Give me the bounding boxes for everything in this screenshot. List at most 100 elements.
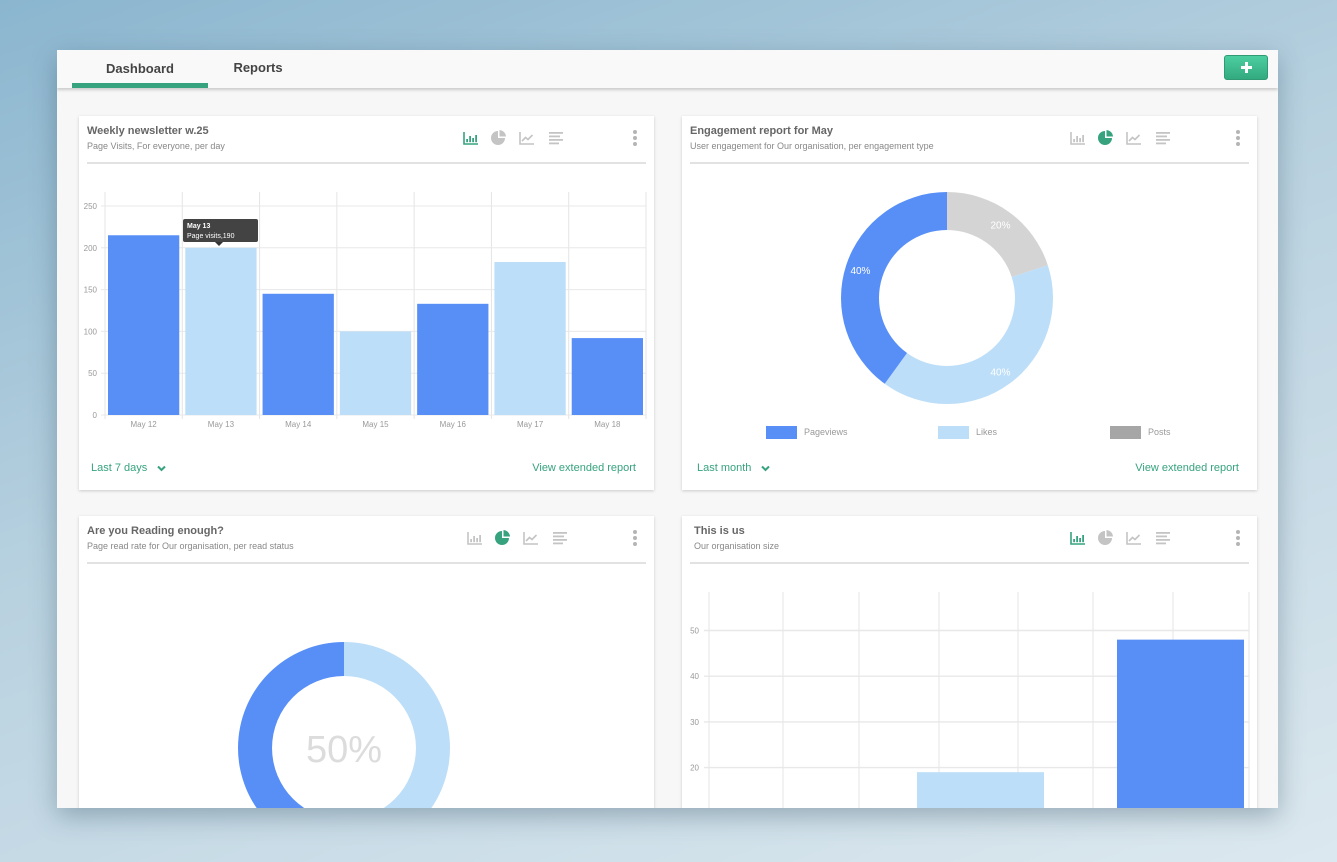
y-tick-label: 40 [690, 672, 699, 681]
bar-chart-icon [1070, 132, 1085, 145]
card-title: Engagement report for May [690, 125, 834, 137]
pie-chart-icon [1098, 130, 1113, 145]
list-chart-view-button[interactable] [545, 129, 565, 147]
y-tick-label: 20 [690, 764, 699, 773]
pie-chart-view-button[interactable] [489, 129, 509, 147]
chevron-down-icon [157, 465, 167, 472]
y-tick-label: 50 [690, 627, 699, 636]
legend-swatch [766, 426, 797, 439]
bar-chart-view-button[interactable] [1068, 529, 1088, 547]
donut-slice [344, 642, 450, 808]
line-chart-icon [519, 132, 534, 145]
tooltip-text: Page visits,190 [187, 233, 235, 240]
bar-chart-view-button[interactable] [465, 529, 485, 547]
card-title: Are you Reading enough? [87, 525, 224, 537]
chevron-down-icon [761, 465, 771, 472]
period-label: Last month [697, 462, 752, 474]
pie-chart-icon [495, 530, 510, 545]
card-subtitle: Our organisation size [694, 541, 780, 551]
chart-legend: Pageviews Likes Posts [682, 426, 1257, 442]
center-percent-label: 50% [306, 729, 382, 771]
list-chart-view-button[interactable] [1152, 129, 1172, 147]
bar [108, 235, 180, 415]
list-chart-icon [1156, 132, 1170, 145]
card-subtitle: User engagement for Our organisation, pe… [690, 141, 934, 151]
line-chart-view-button[interactable] [517, 129, 537, 147]
line-chart-view-button[interactable] [1124, 529, 1144, 547]
card-weekly-newsletter: Weekly newsletter w.25 Page Visits, For … [79, 116, 654, 490]
x-tick-label: May 12 [131, 420, 158, 429]
tab-reports[interactable]: Reports [219, 50, 297, 88]
more-vertical-icon[interactable] [1234, 530, 1242, 546]
bar [185, 247, 257, 415]
pie-chart-icon [1098, 530, 1113, 545]
legend-swatch [938, 426, 969, 439]
legend-label: Likes [976, 427, 998, 437]
reading-donut-chart: 50% [238, 642, 450, 808]
pie-chart-view-button[interactable] [1096, 529, 1116, 547]
line-chart-icon [1126, 532, 1141, 545]
card-subtitle: Page Visits, For everyone, per day [87, 141, 225, 151]
period-label: Last 7 days [91, 462, 148, 474]
list-chart-icon [553, 532, 567, 545]
bar [262, 293, 334, 415]
card-reading-rate: Are you Reading enough? Page read rate f… [79, 516, 654, 808]
divider [87, 162, 646, 164]
x-tick-label: May 16 [440, 420, 467, 429]
x-tick-label: May 14 [285, 420, 312, 429]
bar-chart-icon [1070, 532, 1085, 545]
tooltip: May 13 Page visits,190 [183, 219, 258, 246]
y-tick-label: 50 [88, 369, 97, 378]
card-title: Weekly newsletter w.25 [87, 125, 209, 137]
card-subtitle: Page read rate for Our organisation, per… [87, 541, 294, 551]
view-extended-report-link[interactable]: View extended report [532, 462, 636, 474]
period-dropdown[interactable]: Last 7 days [91, 462, 167, 474]
x-tick-label: May 18 [594, 420, 621, 429]
divider [87, 562, 646, 564]
tooltip-arrow [215, 242, 223, 246]
bar-chart-icon [467, 532, 482, 545]
divider [690, 562, 1249, 564]
donut-slice [841, 192, 947, 384]
line-chart-view-button[interactable] [521, 529, 541, 547]
bar-chart-view-button[interactable] [461, 129, 481, 147]
bar [494, 262, 566, 415]
app-window: Dashboard Reports Weekly newsletter w.25… [57, 50, 1278, 808]
tooltip-title: May 13 [187, 223, 210, 230]
bar [339, 331, 412, 415]
more-vertical-icon[interactable] [631, 130, 639, 146]
x-tick-label: May 17 [517, 420, 544, 429]
engagement-donut-chart: 20% 40% 40% [841, 192, 1053, 404]
y-tick-label: 30 [690, 718, 699, 727]
bar-chart-view-button[interactable] [1068, 129, 1088, 147]
slice-label: 40% [850, 266, 870, 277]
bar [1117, 639, 1244, 808]
list-chart-view-button[interactable] [1152, 529, 1172, 547]
list-chart-view-button[interactable] [549, 529, 569, 547]
more-vertical-icon[interactable] [631, 530, 639, 546]
bar [571, 338, 643, 415]
y-tick-label: 0 [93, 411, 98, 420]
divider [690, 162, 1249, 164]
card-engagement-report: Engagement report for May User engagemen… [682, 116, 1257, 490]
pie-chart-view-button[interactable] [493, 529, 513, 547]
top-nav: Dashboard Reports [57, 50, 1278, 88]
line-chart-view-button[interactable] [1124, 129, 1144, 147]
weekly-bar-chart: 0 50 100 150 200 250 May 12 May 13 May 14 May 15 M… [84, 192, 647, 429]
card-organisation-size: This is us Our organisation size 10 20 30 4… [682, 516, 1257, 808]
legend-label: Posts [1148, 427, 1171, 437]
legend-label: Pageviews [804, 427, 848, 437]
list-chart-icon [1156, 532, 1170, 545]
period-dropdown[interactable]: Last month [697, 462, 771, 474]
more-vertical-icon[interactable] [1234, 130, 1242, 146]
tab-dashboard[interactable]: Dashboard [72, 50, 208, 88]
donut-slice [884, 265, 1053, 404]
slice-label: 40% [990, 368, 1010, 379]
x-tick-label: May 13 [208, 420, 235, 429]
pie-chart-view-button[interactable] [1096, 129, 1116, 147]
y-tick-label: 250 [84, 202, 98, 211]
line-chart-icon [1126, 132, 1141, 145]
add-button[interactable] [1224, 55, 1268, 80]
donut-slice [238, 642, 344, 808]
view-extended-report-link[interactable]: View extended report [1135, 462, 1239, 474]
